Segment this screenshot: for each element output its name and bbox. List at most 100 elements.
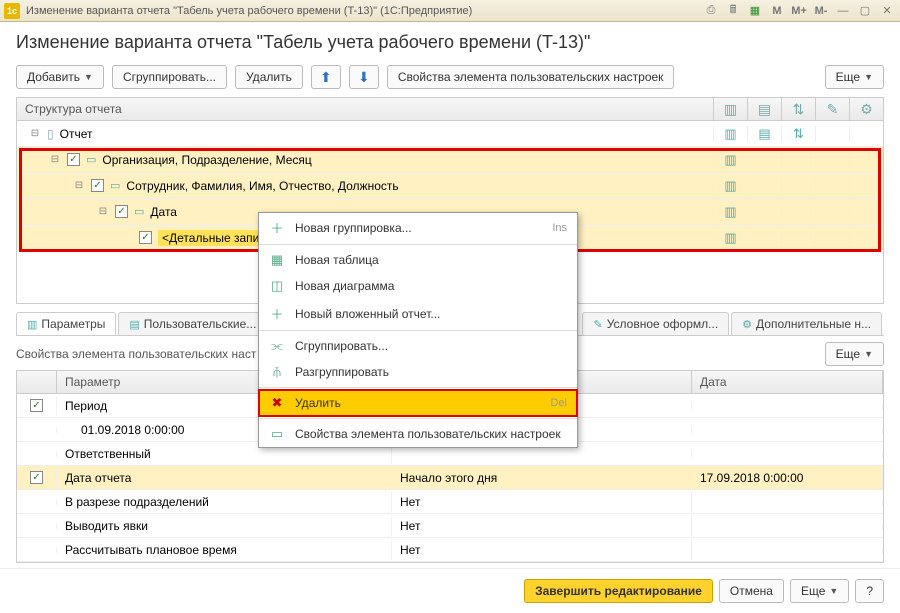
table-icon: ▦	[269, 252, 285, 268]
tab-conditional[interactable]: ✎Условное оформл...	[582, 312, 729, 335]
row-fields-icon[interactable]: ▥	[713, 230, 747, 246]
checkbox[interactable]	[139, 231, 152, 244]
finish-button[interactable]: Завершить редактирование	[524, 579, 713, 603]
tree-label: Отчет	[60, 127, 93, 141]
tree-label: Дата	[150, 205, 177, 219]
menu-new-group[interactable]: ＋ Новая группировка... Ins	[259, 213, 577, 242]
tree-row-2[interactable]: ⊟ ▭ Сотрудник, Фамилия, Имя, Отчество, Д…	[17, 173, 883, 199]
col-settings-icon[interactable]: ⚙	[849, 98, 883, 120]
tab-icon: ✎	[593, 318, 602, 331]
collapse-icon[interactable]: ⊟	[29, 128, 41, 139]
menu-props[interactable]: ▭ Свойства элемента пользовательских нас…	[259, 421, 577, 447]
param-row[interactable]: Выводить явки Нет	[17, 514, 883, 538]
tree-row-1[interactable]: ⊟ ▭ Организация, Подразделение, Месяц ▥	[17, 147, 883, 173]
window-title: Изменение варианта отчета "Табель учета …	[26, 5, 702, 17]
move-up-button[interactable]: ⬆	[311, 65, 341, 89]
col-sort-icon[interactable]: ⇅	[781, 98, 815, 120]
menu-new-table[interactable]: ▦ Новая таблица	[259, 247, 577, 273]
arrow-down-icon: ⬇	[358, 69, 370, 86]
props-icon: ▭	[269, 426, 285, 442]
param-date	[692, 403, 883, 409]
cancel-button[interactable]: Отмена	[719, 579, 784, 603]
collapse-icon[interactable]: ⊟	[49, 154, 61, 165]
checkbox[interactable]	[91, 179, 104, 192]
tab-params[interactable]: ▥Параметры	[16, 312, 116, 335]
collapse-icon[interactable]: ⊟	[97, 206, 109, 217]
menu-delete[interactable]: ✖ Удалить Del	[259, 390, 577, 416]
param-date	[692, 523, 883, 529]
tree-label: <Детальные запис	[158, 230, 269, 246]
doc-icon: ▯	[47, 127, 54, 141]
subbar-more-button[interactable]: Еще▼	[825, 342, 884, 366]
param-date	[692, 547, 883, 553]
delete-button[interactable]: Удалить	[235, 65, 303, 89]
param-name: В разрезе подразделений	[57, 492, 392, 512]
memory-mplus[interactable]: M+	[790, 3, 808, 19]
help-button[interactable]: ?	[855, 579, 884, 603]
page-title: Изменение варианта отчета "Табель учета …	[0, 22, 900, 61]
calc-icon[interactable]: 🖩	[724, 3, 742, 19]
row-fields-icon[interactable]: ▥	[713, 178, 747, 194]
menu-new-chart[interactable]: ◫ Новая диаграмма	[259, 273, 577, 299]
checkbox[interactable]	[115, 205, 128, 218]
param-value: Нет	[392, 540, 692, 560]
tree-label: Сотрудник, Фамилия, Имя, Отчество, Должн…	[126, 179, 398, 193]
checkbox[interactable]	[30, 471, 43, 484]
tab-icon: ⚙	[742, 318, 752, 331]
param-date	[692, 427, 883, 433]
param-row-selected[interactable]: Дата отчета Начало этого дня 17.09.2018 …	[17, 466, 883, 490]
menu-ungroup[interactable]: ⫚ Разгруппировать	[259, 359, 577, 385]
minimize-icon[interactable]: —	[834, 3, 852, 19]
param-value: Нет	[392, 492, 692, 512]
param-row[interactable]: Рассчитывать плановое время Нет	[17, 538, 883, 562]
tab-icon: ▤	[129, 318, 139, 331]
move-down-button[interactable]: ⬇	[349, 65, 379, 89]
col-filter-icon[interactable]: ▤	[747, 98, 781, 120]
col-date: Дата	[692, 371, 883, 393]
nested-icon: ＋	[269, 304, 285, 323]
col-style-icon[interactable]: ✎	[815, 98, 849, 120]
footer: Завершить редактирование Отмена Еще▼ ?	[0, 568, 900, 613]
tree-label: Организация, Подразделение, Месяц	[102, 153, 311, 167]
memory-m[interactable]: M	[768, 3, 786, 19]
param-row[interactable]: В разрезе подразделений Нет	[17, 490, 883, 514]
menu-new-nested[interactable]: ＋ Новый вложенный отчет...	[259, 299, 577, 328]
maximize-icon[interactable]: ▢	[856, 3, 874, 19]
param-date	[692, 451, 883, 457]
group-icon: ▭	[86, 153, 96, 166]
row-fields-icon[interactable]: ▥	[713, 152, 747, 168]
context-menu: ＋ Новая группировка... Ins ▦ Новая табли…	[258, 212, 578, 448]
checkbox[interactable]	[67, 153, 80, 166]
row-sort-icon[interactable]: ⇅	[781, 126, 815, 142]
props-button[interactable]: Свойства элемента пользовательских настр…	[387, 65, 675, 89]
row-filter-icon[interactable]: ▤	[747, 126, 781, 142]
grid-header-label: Структура отчета	[17, 98, 713, 120]
memory-mminus[interactable]: M-	[812, 3, 830, 19]
more-button[interactable]: Еще▼	[825, 65, 884, 89]
tab-icon: ▥	[27, 318, 37, 331]
close-icon[interactable]: ✕	[878, 3, 896, 19]
tree-row-report[interactable]: ⊟ ▯ Отчет ▥▤⇅	[17, 121, 883, 147]
add-button[interactable]: Добавить▼	[16, 65, 104, 89]
delete-icon: ✖	[269, 395, 285, 411]
group-button[interactable]: Сгруппировать...	[112, 65, 227, 89]
checkbox[interactable]	[30, 399, 43, 412]
menu-group[interactable]: ⫘ Сгруппировать...	[259, 333, 577, 359]
print-icon[interactable]: ⎙	[702, 3, 720, 19]
param-name: Выводить явки	[57, 516, 392, 536]
footer-more-button[interactable]: Еще▼	[790, 579, 849, 603]
row-fields-icon[interactable]: ▥	[713, 204, 747, 220]
calendar-icon[interactable]: ▦	[746, 3, 764, 19]
tab-additional[interactable]: ⚙Дополнительные н...	[731, 312, 882, 335]
param-name: Дата отчета	[57, 468, 392, 488]
group-icon: ⫘	[269, 338, 285, 354]
toolbar: Добавить▼ Сгруппировать... Удалить ⬆ ⬇ С…	[0, 61, 900, 97]
param-date: 17.09.2018 0:00:00	[692, 468, 883, 488]
col-fields-icon[interactable]: ▥	[713, 98, 747, 120]
param-value: Начало этого дня	[392, 468, 692, 488]
collapse-icon[interactable]: ⊟	[73, 180, 85, 191]
tab-user[interactable]: ▤Пользовательские...	[118, 312, 267, 335]
param-value	[392, 451, 692, 457]
titlebar: 1c Изменение варианта отчета "Табель уче…	[0, 0, 900, 22]
row-fields-icon[interactable]: ▥	[713, 126, 747, 142]
